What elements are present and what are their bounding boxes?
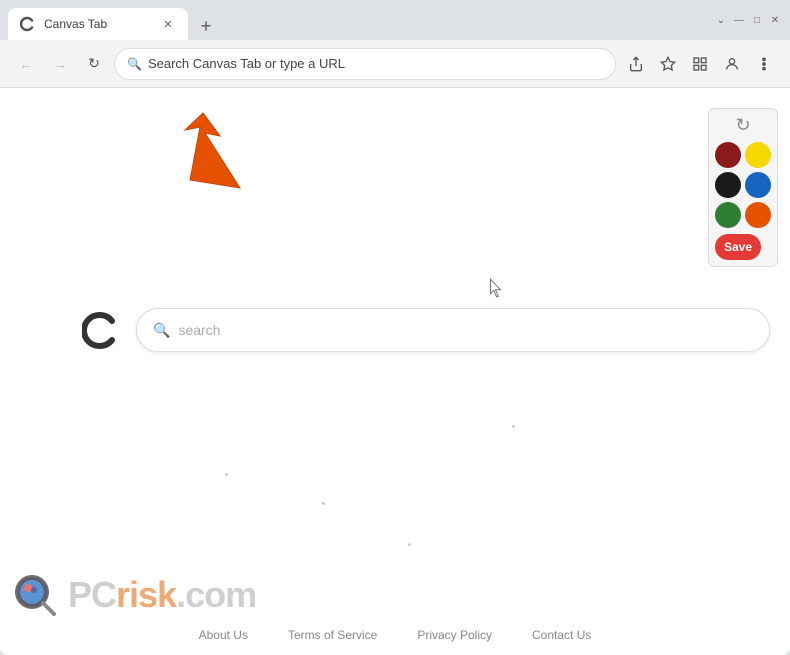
- color-row-2: [715, 172, 771, 198]
- menu-icon[interactable]: [750, 50, 778, 78]
- color-black[interactable]: [715, 172, 741, 198]
- color-row-1: [715, 142, 771, 168]
- close-button[interactable]: ✕: [768, 13, 782, 27]
- maximize-button[interactable]: □: [750, 13, 764, 27]
- tab-title: Canvas Tab: [44, 17, 152, 31]
- page-footer: About Us Terms of Service Privacy Policy…: [0, 615, 790, 655]
- color-row-3: [715, 202, 771, 228]
- active-tab[interactable]: Canvas Tab ✕: [8, 8, 188, 40]
- mouse-cursor: [488, 278, 504, 303]
- nav-bar: ← → ↻ 🔍 Search Canvas Tab or type a URL: [0, 40, 790, 88]
- back-button[interactable]: ←: [12, 50, 40, 78]
- tab-strip: Canvas Tab ✕ +: [8, 0, 706, 40]
- search-box[interactable]: 🔍 search: [136, 308, 770, 352]
- window-controls: ⌄ — □ ✕: [714, 13, 782, 27]
- bookmark-icon[interactable]: [654, 50, 682, 78]
- color-yellow[interactable]: [745, 142, 771, 168]
- search-icon: 🔍: [153, 322, 170, 339]
- refresh-button[interactable]: ↻: [80, 50, 108, 78]
- new-tab-button[interactable]: +: [192, 12, 220, 40]
- minimize-button[interactable]: —: [732, 13, 746, 27]
- footer-link-terms[interactable]: Terms of Service: [288, 628, 377, 642]
- footer-link-privacy[interactable]: Privacy Policy: [417, 628, 492, 642]
- title-bar: Canvas Tab ✕ + ⌄ — □ ✕: [0, 0, 790, 40]
- extensions-icon[interactable]: [686, 50, 714, 78]
- color-dark-red[interactable]: [715, 142, 741, 168]
- color-green[interactable]: [715, 202, 741, 228]
- share-icon[interactable]: [622, 50, 650, 78]
- decorative-dot: [512, 425, 515, 428]
- search-placeholder: search: [178, 322, 220, 338]
- color-blue[interactable]: [745, 172, 771, 198]
- profile-icon[interactable]: [718, 50, 746, 78]
- decorative-dot: [225, 473, 228, 476]
- pcrisk-watermark: PCrisk.com: [10, 570, 256, 620]
- address-text: Search Canvas Tab or type a URL: [148, 56, 603, 71]
- footer-link-about[interactable]: About Us: [199, 628, 248, 642]
- color-palette-widget: ↻ Save: [708, 108, 778, 267]
- save-button[interactable]: Save: [715, 234, 761, 260]
- tab-close-button[interactable]: ✕: [160, 16, 176, 32]
- arrow-annotation: [175, 108, 255, 203]
- address-bar[interactable]: 🔍 Search Canvas Tab or type a URL: [114, 48, 616, 80]
- footer-link-contact[interactable]: Contact Us: [532, 628, 591, 642]
- pcrisk-brand-text: PCrisk.com: [68, 574, 256, 616]
- nav-actions: [622, 50, 778, 78]
- color-orange[interactable]: [745, 202, 771, 228]
- decorative-dot: [322, 502, 325, 505]
- forward-button[interactable]: →: [46, 50, 74, 78]
- canvas-search-area: 🔍 search: [80, 308, 770, 352]
- decorative-dot: [408, 543, 411, 546]
- decorative-dot: [210, 168, 213, 171]
- page-content: ↻ Save: [0, 88, 790, 655]
- chevron-down-icon[interactable]: ⌄: [714, 13, 728, 27]
- palette-refresh-button[interactable]: ↻: [715, 115, 771, 136]
- tab-favicon: [20, 16, 36, 32]
- search-icon: 🔍: [127, 57, 142, 71]
- canvas-logo: [80, 308, 124, 352]
